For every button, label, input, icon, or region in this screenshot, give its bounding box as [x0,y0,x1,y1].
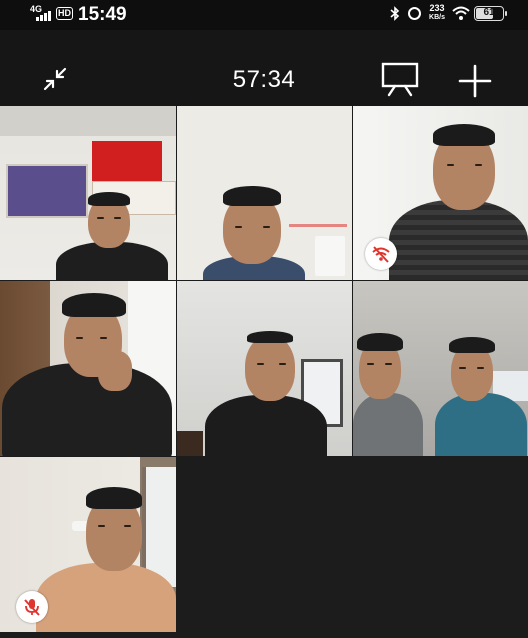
meeting-toolbar: 57:34 [0,30,528,106]
network-speed: 233 KB/s [429,3,445,22]
wifi-icon [452,6,470,25]
network-poor-icon [365,238,397,270]
bluetooth-icon [390,6,400,24]
meeting-timer: 57:34 [232,66,296,93]
plus-icon[interactable] [458,64,492,98]
participant-video-tile[interactable] [353,281,528,456]
participant-video-tile[interactable] [0,457,176,632]
participant-video-tile[interactable] [177,281,352,456]
video-grid [0,106,528,638]
participant-video-tile[interactable] [177,106,352,280]
participant-video-tile[interactable] [0,281,176,456]
mic-muted-icon [16,591,48,623]
signal-icon [36,10,52,21]
participant-video-tile[interactable] [353,106,528,280]
hd-badge: HD [56,7,73,20]
battery-icon: 61 [474,6,507,21]
alarm-icon [408,7,421,20]
screen-share-icon[interactable] [381,62,419,98]
participant-video-tile[interactable] [0,106,176,280]
status-bar: 4G HD 15:49 233 KB/s 61 [0,0,528,30]
clock: 15:49 [78,4,127,25]
